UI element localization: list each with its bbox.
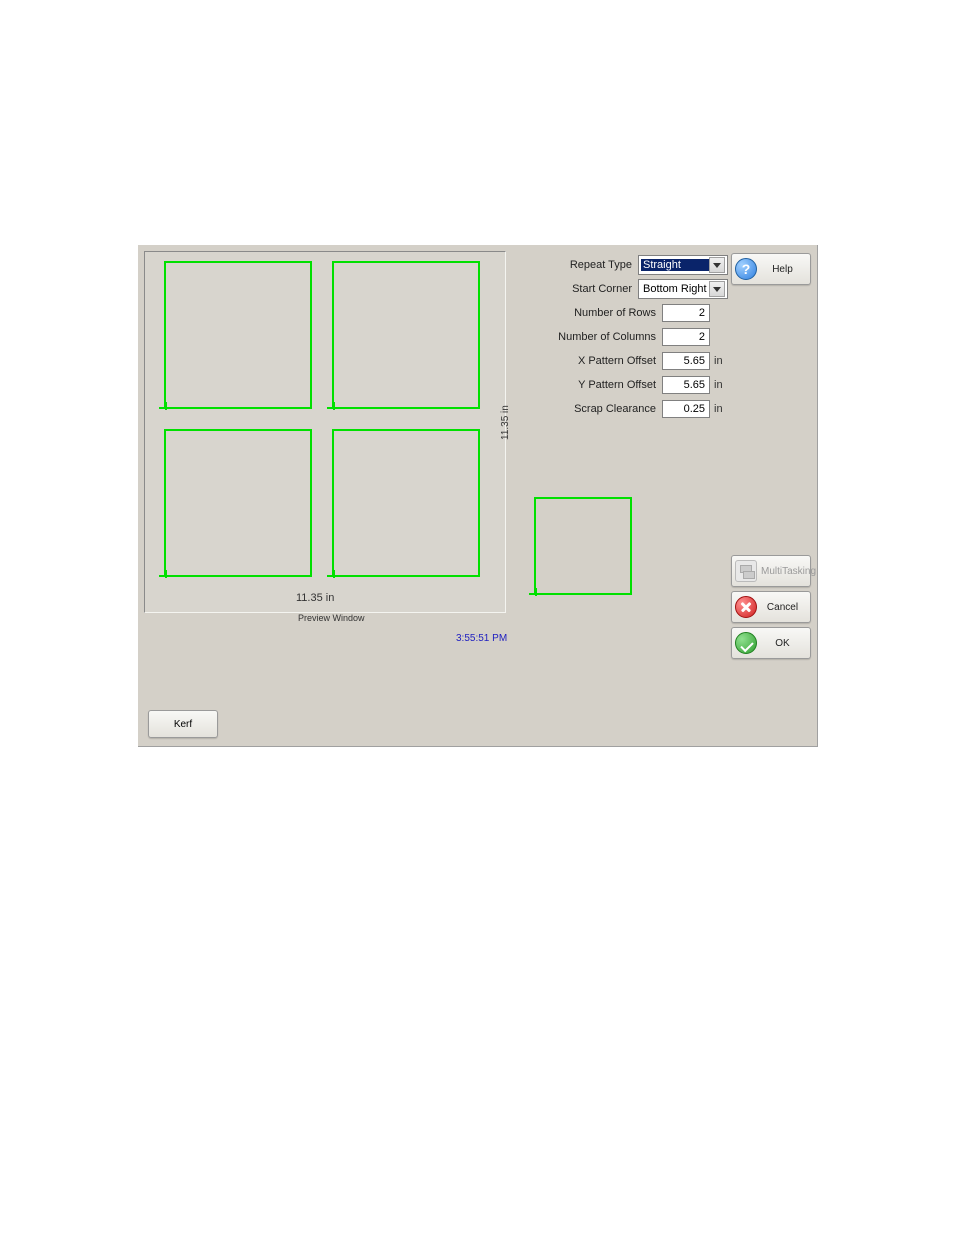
rows-input[interactable] (662, 304, 710, 322)
shape-tick (535, 588, 537, 596)
x-offset-label: X Pattern Offset (528, 355, 662, 367)
cancel-button-label: Cancel (761, 602, 804, 613)
preview-shape (332, 261, 480, 409)
cancel-button[interactable]: Cancel (731, 591, 811, 623)
preview-shape (332, 429, 480, 577)
app-window: 11.35 in 11.35 in Preview Window 3:55:51… (138, 245, 818, 747)
shape-tick (333, 402, 335, 410)
repeat-type-label: Repeat Type (528, 259, 638, 271)
x-offset-input[interactable] (662, 352, 710, 370)
kerf-button[interactable]: Kerf (148, 710, 218, 738)
single-shape-preview (534, 497, 632, 595)
multitasking-button-label: MultiTasking (761, 566, 816, 577)
kerf-button-label: Kerf (174, 719, 192, 730)
cancel-icon (735, 596, 757, 618)
y-offset-label: Y Pattern Offset (528, 379, 662, 391)
scrap-unit: in (710, 403, 728, 415)
start-corner-value: Bottom Right (641, 283, 709, 295)
y-offset-input[interactable] (662, 376, 710, 394)
cols-label: Number of Columns (528, 331, 662, 343)
preview-caption: Preview Window (298, 613, 365, 623)
help-button[interactable]: ? Help (731, 253, 811, 285)
preview-panel (144, 251, 506, 613)
scrap-label: Scrap Clearance (528, 403, 662, 415)
start-corner-label: Start Corner (528, 283, 638, 295)
rows-label: Number of Rows (528, 307, 662, 319)
shape-tick (165, 402, 167, 410)
cols-input[interactable] (662, 328, 710, 346)
preview-x-dimension: 11.35 in (296, 592, 334, 604)
scrap-input[interactable] (662, 400, 710, 418)
shape-tick (165, 570, 167, 578)
preview-y-dimension: 11.35 in (500, 405, 511, 440)
y-offset-unit: in (710, 379, 728, 391)
ok-button[interactable]: OK (731, 627, 811, 659)
chevron-down-icon (709, 281, 725, 297)
preview-shape (164, 261, 312, 409)
preview-canvas (145, 252, 505, 612)
multitasking-icon (735, 560, 757, 582)
help-button-label: Help (761, 264, 804, 275)
chevron-down-icon (709, 257, 725, 273)
repeat-type-select[interactable]: Straight (638, 255, 728, 275)
x-offset-unit: in (710, 355, 728, 367)
shape-tick (333, 570, 335, 578)
ok-icon (735, 632, 757, 654)
form-area: Repeat Type Straight Start Corner Bottom… (528, 253, 728, 421)
multitasking-button[interactable]: MultiTasking (731, 555, 811, 587)
start-corner-select[interactable]: Bottom Right (638, 279, 728, 299)
help-icon: ? (735, 258, 757, 280)
repeat-type-value: Straight (641, 259, 709, 271)
timestamp: 3:55:51 PM (456, 633, 507, 644)
ok-button-label: OK (761, 638, 804, 649)
preview-shape (164, 429, 312, 577)
